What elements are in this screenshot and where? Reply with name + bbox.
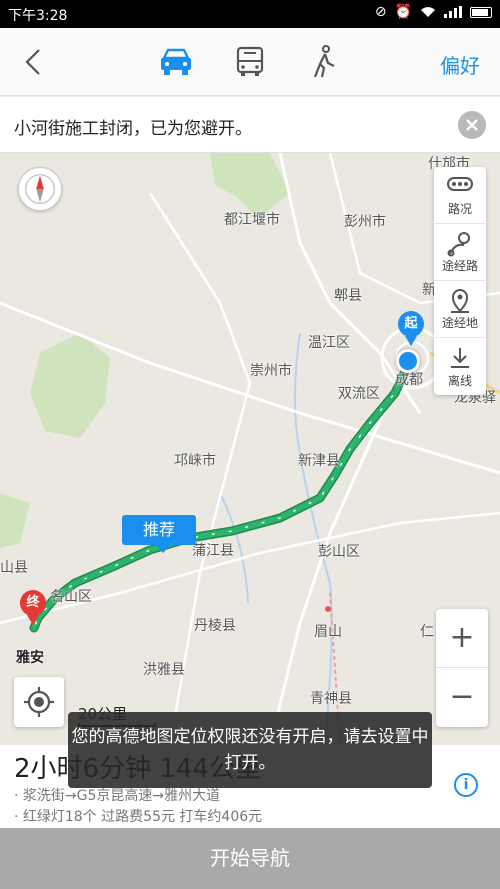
walk-mode-icon[interactable] bbox=[304, 44, 344, 80]
place-label: 青神县 bbox=[310, 691, 352, 707]
place-label: 名山区 bbox=[50, 589, 92, 605]
map-view[interactable]: 什邡市 都江堰市 彭州市 郫县 新 温江区 崇州市 双流区 成都 龙泉驿 邛崃市… bbox=[0, 153, 500, 745]
zoom-control: + − bbox=[436, 609, 488, 727]
zoom-out-button[interactable]: − bbox=[436, 668, 488, 727]
tool-label: 路况 bbox=[447, 202, 472, 216]
battery-icon bbox=[470, 6, 492, 18]
map-base bbox=[0, 153, 500, 745]
place-label: 洪雅县 bbox=[143, 662, 185, 678]
tool-offline[interactable]: 离线 bbox=[434, 338, 486, 395]
traffic-icon bbox=[447, 177, 473, 191]
via-place-icon bbox=[451, 289, 469, 313]
place-label: 双流区 bbox=[338, 386, 380, 402]
place-label: 郫县 bbox=[334, 288, 362, 304]
tool-label: 途经路 bbox=[441, 259, 478, 273]
start-marker[interactable]: 起 bbox=[398, 311, 424, 346]
back-icon[interactable] bbox=[18, 46, 50, 78]
place-label: 新津县 bbox=[298, 453, 340, 469]
place-label: 山县 bbox=[0, 560, 28, 576]
place-label: 彭山区 bbox=[318, 544, 360, 560]
mute-icon: ⊘ bbox=[374, 4, 387, 20]
current-location-dot bbox=[396, 349, 420, 373]
start-navigation-button[interactable]: 开始导航 bbox=[0, 828, 500, 889]
info-icon[interactable]: i bbox=[454, 773, 478, 797]
place-label: 邛崃市 bbox=[174, 453, 216, 469]
tool-traffic[interactable]: 路况 bbox=[434, 167, 486, 224]
locate-icon[interactable] bbox=[14, 677, 64, 727]
car-mode-icon[interactable] bbox=[156, 44, 196, 80]
status-bar: 下午3:28 ⊘ ⏰ bbox=[0, 0, 500, 28]
end-marker[interactable]: 终 bbox=[20, 590, 46, 625]
via-road-icon bbox=[447, 232, 470, 257]
route-roads: · 浆洗街→G5京昆高速→雅州大道 bbox=[14, 788, 221, 804]
place-label: 眉山 bbox=[314, 624, 342, 640]
tool-via-road[interactable]: 途经路 bbox=[434, 224, 486, 281]
close-icon[interactable] bbox=[458, 111, 486, 139]
tool-via-place[interactable]: 途经地 bbox=[434, 281, 486, 338]
tool-label: 途经地 bbox=[441, 316, 478, 330]
preference-button[interactable]: 偏好 bbox=[440, 50, 480, 79]
signal-icon bbox=[444, 6, 462, 18]
notice-text: 小河街施工封闭，已为您避开。 bbox=[14, 119, 252, 139]
status-time: 下午3:28 bbox=[8, 8, 68, 24]
tool-label: 离线 bbox=[447, 374, 472, 388]
place-label: 温江区 bbox=[308, 335, 350, 351]
top-nav: 偏好 bbox=[0, 28, 500, 96]
place-label: 仁 bbox=[420, 624, 434, 640]
alarm-icon: ⏰ bbox=[394, 4, 412, 20]
place-label: 都江堰市 bbox=[224, 212, 280, 228]
offline-download-icon bbox=[451, 348, 469, 368]
place-label: 丹棱县 bbox=[194, 618, 236, 634]
compass-icon[interactable] bbox=[18, 167, 62, 211]
bus-mode-icon[interactable] bbox=[230, 44, 270, 80]
wifi-icon bbox=[421, 7, 435, 17]
place-label: 彭州市 bbox=[344, 214, 386, 230]
notice-bar: 小河街施工封闭，已为您避开。 bbox=[0, 97, 500, 153]
end-city-label: 雅安 bbox=[16, 650, 44, 666]
recommend-route-tag[interactable]: 推荐 bbox=[122, 515, 196, 553]
place-label: 蒲江县 bbox=[192, 543, 234, 559]
map-tools: 路况 途经路 途经地 离线 bbox=[434, 167, 486, 395]
route-costs: · 红绿灯18个 过路费55元 打车约406元 bbox=[14, 809, 263, 825]
zoom-in-button[interactable]: + bbox=[436, 609, 488, 668]
status-icons: ⊘ ⏰ bbox=[375, 4, 492, 20]
location-permission-toast: 您的高德地图定位权限还没有开启，请去设置中打开。 bbox=[68, 712, 432, 788]
place-label: 崇州市 bbox=[250, 363, 292, 379]
